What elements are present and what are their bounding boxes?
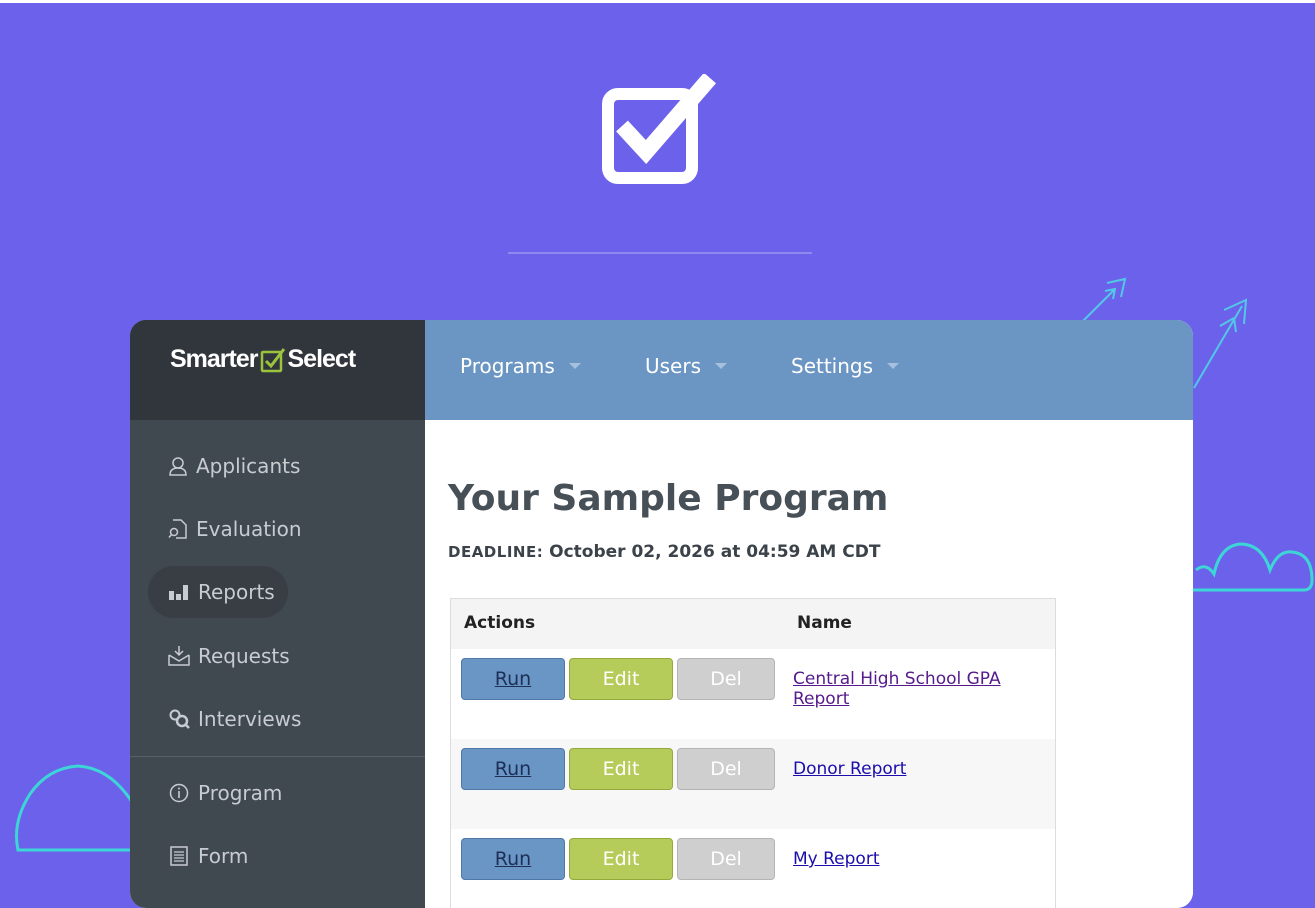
delete-button[interactable]: Del bbox=[677, 838, 775, 880]
brand-bar: Smarter Select bbox=[130, 320, 425, 420]
edit-button[interactable]: Edit bbox=[569, 838, 673, 880]
checkbox-icon bbox=[602, 74, 716, 184]
top-navbar: Programs Users Settings bbox=[425, 320, 1193, 420]
logo-text-right: Select bbox=[287, 345, 357, 373]
document-search-icon bbox=[168, 518, 188, 540]
nav-users-dropdown[interactable]: Users bbox=[645, 354, 728, 378]
report-name-link[interactable]: Central High School GPA Report bbox=[793, 669, 1055, 709]
nav-programs-dropdown[interactable]: Programs bbox=[460, 354, 581, 378]
logo-text-left: Smarter bbox=[170, 345, 258, 373]
delete-button[interactable]: Del bbox=[677, 748, 775, 790]
sidebar-divider bbox=[130, 756, 425, 757]
sidebar-item-label: Reports bbox=[198, 580, 275, 604]
deadline-label: DEADLINE: bbox=[448, 543, 544, 561]
hero-divider bbox=[508, 252, 812, 254]
run-button[interactable]: Run bbox=[461, 748, 565, 790]
app-window: Smarter Select Applicants Evaluation Rep… bbox=[130, 320, 1193, 908]
form-icon bbox=[168, 845, 190, 867]
sidebar-item-reports[interactable]: Reports bbox=[148, 566, 288, 618]
arrow-up-right-icon bbox=[1193, 298, 1248, 389]
sidebar-item-label: Form bbox=[198, 844, 249, 868]
reports-table: Actions Name Run Edit Del Central High S… bbox=[450, 598, 1056, 908]
interview-icon bbox=[168, 708, 190, 730]
main-content: Your Sample Program DEADLINE: October 02… bbox=[425, 420, 1193, 908]
sidebar-item-label: Applicants bbox=[196, 454, 301, 478]
table-row: Run Edit Del Central High School GPA Rep… bbox=[451, 649, 1055, 739]
column-header-name: Name bbox=[797, 613, 852, 633]
sidebar-item-label: Evaluation bbox=[196, 517, 302, 541]
sidebar-item-interviews[interactable]: Interviews bbox=[148, 693, 301, 745]
sidebar-item-requests[interactable]: Requests bbox=[148, 630, 290, 682]
nav-programs-label: Programs bbox=[460, 354, 555, 378]
sidebar-item-applicants[interactable]: Applicants bbox=[148, 440, 300, 492]
logo-check-icon bbox=[260, 347, 285, 372]
cloud-decoration bbox=[15, 764, 134, 852]
edit-button[interactable]: Edit bbox=[569, 748, 673, 790]
chevron-down-icon bbox=[715, 363, 728, 369]
edit-button[interactable]: Edit bbox=[569, 658, 673, 700]
nav-settings-dropdown[interactable]: Settings bbox=[791, 354, 900, 378]
report-name-link[interactable]: My Report bbox=[793, 849, 880, 869]
sidebar-item-program[interactable]: Program bbox=[148, 767, 288, 819]
cloud-decoration bbox=[1190, 542, 1314, 592]
inbox-download-icon bbox=[168, 645, 190, 667]
table-row: Run Edit Del My Report bbox=[451, 829, 1055, 908]
sidebar-item-label: Program bbox=[198, 781, 283, 805]
sidebar-item-evaluation[interactable]: Evaluation bbox=[148, 503, 302, 555]
table-row: Run Edit Del Donor Report bbox=[451, 739, 1055, 829]
info-icon bbox=[168, 782, 190, 804]
report-name-link[interactable]: Donor Report bbox=[793, 759, 906, 779]
sidebar-item-form[interactable]: Form bbox=[148, 830, 288, 882]
sidebar-item-label: Interviews bbox=[198, 707, 302, 731]
bar-chart-icon bbox=[168, 581, 190, 603]
deadline-value: October 02, 2026 at 04:59 AM CDT bbox=[549, 542, 881, 562]
run-button[interactable]: Run bbox=[461, 838, 565, 880]
deadline: DEADLINE: October 02, 2026 at 04:59 AM C… bbox=[448, 542, 880, 562]
chevron-down-icon bbox=[887, 363, 900, 369]
chevron-down-icon bbox=[568, 363, 581, 369]
column-header-actions: Actions bbox=[464, 613, 536, 633]
logo[interactable]: Smarter Select bbox=[170, 345, 357, 374]
top-strip bbox=[0, 0, 1315, 3]
sidebar: Smarter Select Applicants Evaluation Rep… bbox=[130, 320, 425, 908]
nav-settings-label: Settings bbox=[791, 354, 874, 378]
nav-users-label: Users bbox=[645, 354, 702, 378]
sidebar-item-label: Requests bbox=[198, 644, 290, 668]
table-header: Actions Name bbox=[451, 599, 1055, 649]
run-button[interactable]: Run bbox=[461, 658, 565, 700]
page-title: Your Sample Program bbox=[448, 478, 889, 519]
delete-button[interactable]: Del bbox=[677, 658, 775, 700]
user-icon bbox=[168, 455, 188, 477]
